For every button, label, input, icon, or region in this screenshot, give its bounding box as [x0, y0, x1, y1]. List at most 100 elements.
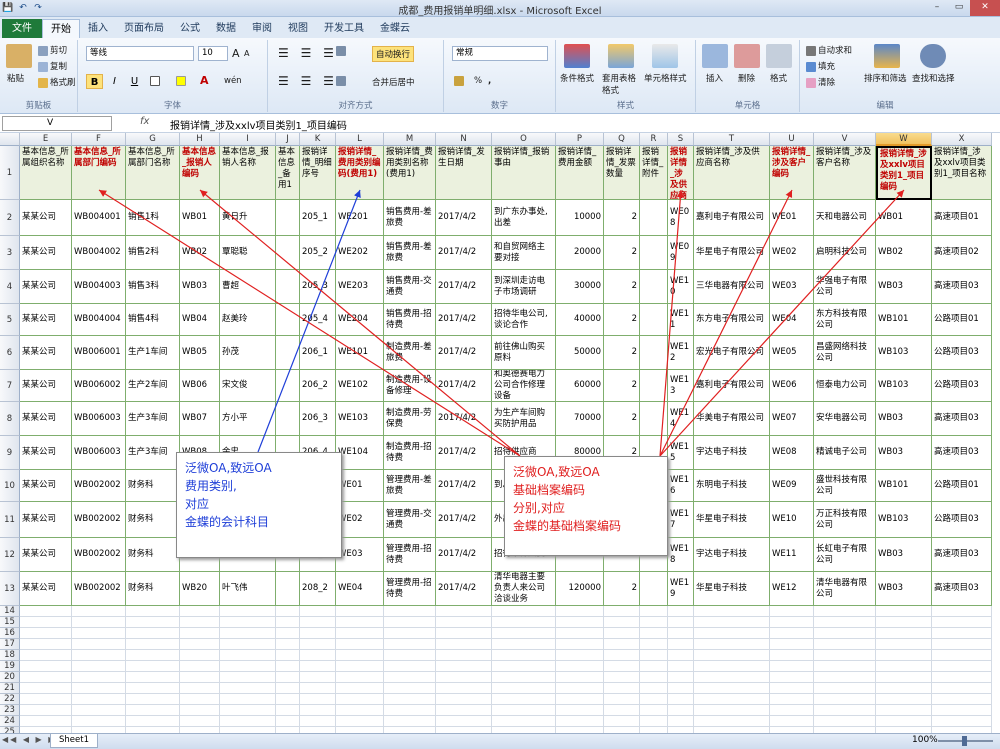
- bold-button[interactable]: B: [86, 74, 103, 89]
- paste-icon[interactable]: [6, 44, 32, 68]
- table-cell[interactable]: 孙茂: [220, 336, 276, 370]
- border-button[interactable]: [150, 76, 162, 87]
- empty-cell[interactable]: [556, 639, 604, 650]
- table-cell[interactable]: 管理费用-交通费: [384, 502, 436, 538]
- table-cell[interactable]: WB07: [180, 402, 220, 436]
- copy-button[interactable]: 复制: [38, 60, 67, 72]
- table-cell[interactable]: 东方科技有限公司: [814, 304, 876, 336]
- empty-cell[interactable]: [492, 683, 556, 694]
- empty-cell[interactable]: [20, 672, 72, 683]
- table-cell[interactable]: 2017/4/2: [436, 538, 492, 572]
- empty-cell[interactable]: [384, 672, 436, 683]
- table-cell[interactable]: 生产2车间: [126, 370, 180, 402]
- table-cell[interactable]: 财务科: [126, 470, 180, 502]
- empty-cell[interactable]: [126, 683, 180, 694]
- underline-button[interactable]: U: [126, 74, 143, 89]
- table-cell[interactable]: [640, 336, 668, 370]
- header-cell[interactable]: 基本信息_备用1: [276, 146, 300, 200]
- header-cell[interactable]: 报销详情_附件: [640, 146, 668, 200]
- table-cell[interactable]: WE04: [770, 304, 814, 336]
- empty-cell[interactable]: [640, 672, 668, 683]
- header-cell[interactable]: 基本信息_报销人编码: [180, 146, 220, 200]
- tab-review[interactable]: 审阅: [244, 19, 280, 38]
- table-cell[interactable]: 2017/4/2: [436, 572, 492, 606]
- table-cell[interactable]: WE14: [668, 402, 694, 436]
- clear-button[interactable]: 清除: [806, 76, 835, 88]
- header-cell[interactable]: 基本信息_所属部门编码: [72, 146, 126, 200]
- empty-cell[interactable]: [694, 628, 770, 639]
- table-cell[interactable]: [640, 304, 668, 336]
- empty-cell[interactable]: [492, 617, 556, 628]
- tab-view[interactable]: 视图: [280, 19, 316, 38]
- empty-cell[interactable]: [72, 694, 126, 705]
- empty-cell[interactable]: [336, 705, 384, 716]
- tab-kingdee-cloud[interactable]: 金蝶云: [372, 19, 418, 38]
- table-cell[interactable]: WE05: [770, 336, 814, 370]
- empty-cell[interactable]: [668, 705, 694, 716]
- table-cell[interactable]: WB03: [180, 270, 220, 304]
- table-cell[interactable]: WB03: [876, 538, 932, 572]
- table-cell[interactable]: WB06: [180, 370, 220, 402]
- row-header[interactable]: 10: [0, 470, 20, 502]
- empty-cell[interactable]: [640, 705, 668, 716]
- empty-cell[interactable]: [814, 606, 876, 617]
- table-cell[interactable]: WB101: [876, 304, 932, 336]
- empty-cell[interactable]: [770, 628, 814, 639]
- table-cell[interactable]: 某某公司: [20, 236, 72, 270]
- empty-cell[interactable]: [492, 694, 556, 705]
- row-header[interactable]: 12: [0, 538, 20, 572]
- empty-cell[interactable]: [72, 650, 126, 661]
- empty-cell[interactable]: [932, 716, 992, 727]
- table-cell[interactable]: WE10: [770, 502, 814, 538]
- table-cell[interactable]: WB002002: [72, 502, 126, 538]
- empty-cell[interactable]: [770, 683, 814, 694]
- empty-cell[interactable]: [126, 694, 180, 705]
- empty-cell[interactable]: [770, 639, 814, 650]
- table-cell[interactable]: 2: [604, 572, 640, 606]
- table-cell[interactable]: WB03: [876, 270, 932, 304]
- table-cell[interactable]: WE10: [668, 270, 694, 304]
- empty-cell[interactable]: [604, 694, 640, 705]
- empty-cell[interactable]: [436, 683, 492, 694]
- empty-cell[interactable]: [694, 639, 770, 650]
- empty-cell[interactable]: [932, 606, 992, 617]
- row-header[interactable]: 6: [0, 336, 20, 370]
- table-cell[interactable]: WB02: [180, 236, 220, 270]
- row-header[interactable]: 22: [0, 694, 20, 705]
- empty-cell[interactable]: [384, 628, 436, 639]
- empty-cell[interactable]: [640, 628, 668, 639]
- table-cell[interactable]: 2017/4/2: [436, 200, 492, 236]
- table-cell[interactable]: [640, 402, 668, 436]
- table-cell[interactable]: 2: [604, 402, 640, 436]
- table-cell[interactable]: 2017/4/2: [436, 236, 492, 270]
- empty-cell[interactable]: [694, 661, 770, 672]
- table-cell[interactable]: 高速项目02: [932, 236, 992, 270]
- empty-cell[interactable]: [180, 606, 220, 617]
- table-cell[interactable]: WB006002: [72, 370, 126, 402]
- empty-cell[interactable]: [668, 628, 694, 639]
- column-header[interactable]: I: [220, 133, 276, 146]
- empty-cell[interactable]: [384, 639, 436, 650]
- table-cell[interactable]: 公路项目01: [932, 304, 992, 336]
- column-header[interactable]: M: [384, 133, 436, 146]
- table-cell[interactable]: 制造费用-设备修理: [384, 370, 436, 402]
- tab-developer[interactable]: 开发工具: [316, 19, 372, 38]
- table-cell[interactable]: [640, 236, 668, 270]
- table-cell[interactable]: 精诚电子公司: [814, 436, 876, 470]
- table-cell[interactable]: WE15: [668, 436, 694, 470]
- fill-button[interactable]: 填充: [806, 60, 835, 72]
- empty-cell[interactable]: [694, 705, 770, 716]
- column-header[interactable]: R: [640, 133, 668, 146]
- format-cells-icon[interactable]: [766, 44, 792, 68]
- empty-cell[interactable]: [300, 639, 336, 650]
- empty-cell[interactable]: [336, 606, 384, 617]
- empty-cell[interactable]: [300, 628, 336, 639]
- header-cell[interactable]: 报销详情_发票数量: [604, 146, 640, 200]
- empty-cell[interactable]: [492, 672, 556, 683]
- empty-cell[interactable]: [876, 694, 932, 705]
- empty-cell[interactable]: [556, 650, 604, 661]
- empty-cell[interactable]: [932, 650, 992, 661]
- empty-cell[interactable]: [814, 672, 876, 683]
- fill-color-button[interactable]: [176, 76, 188, 87]
- empty-cell[interactable]: [72, 628, 126, 639]
